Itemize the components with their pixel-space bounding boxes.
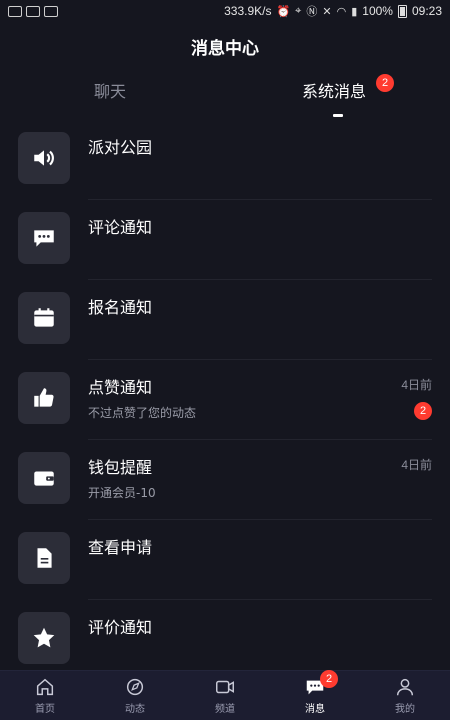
unread-badge: 2	[414, 402, 432, 420]
notification-image-icon	[8, 5, 22, 17]
speaker-icon	[18, 132, 70, 184]
document-icon	[18, 532, 70, 584]
tab-unread-badge: 2	[376, 74, 394, 92]
nav-channel[interactable]: 频道	[180, 676, 270, 715]
tab-system-messages[interactable]: 系统消息 2	[302, 74, 394, 102]
nav-feed[interactable]: 动态	[90, 676, 180, 715]
item-title: 点赞通知	[88, 378, 153, 397]
thumbs-up-icon	[18, 372, 70, 424]
page-title: 消息中心	[191, 39, 259, 59]
item-title: 报名通知	[88, 298, 153, 317]
status-bar: 333.9K/s ⏰ ⌖ Ⓝ ✕ ◠ ▮ 100% 09:23	[0, 0, 450, 22]
silent-icon: ✕	[322, 5, 332, 18]
nav-label: 我的	[395, 704, 415, 715]
tab-active-indicator	[333, 114, 343, 117]
star-icon	[18, 612, 70, 664]
nfc-icon: Ⓝ	[306, 6, 318, 18]
list-item-wallet-reminder[interactable]: 钱包提醒 开通会员-10 4日前	[0, 440, 450, 520]
nav-label: 首页	[35, 704, 55, 715]
tab-system-label: 系统消息	[302, 82, 367, 101]
nav-label: 消息	[305, 704, 325, 715]
nav-profile[interactable]: 我的	[360, 676, 450, 715]
nav-messages[interactable]: 2 消息	[270, 670, 360, 715]
item-title: 评价通知	[88, 618, 153, 637]
list-item-party-park[interactable]: 派对公园	[0, 120, 450, 200]
list-item-comment-notice[interactable]: 评论通知	[0, 200, 450, 280]
list-item-like-notice[interactable]: 点赞通知 不过点赞了您的动态 4日前 2	[0, 360, 450, 440]
message-list: 派对公园 评论通知 报名通知 点赞通知 不过点赞了您的动态 4日前 2 钱包提醒…	[0, 120, 450, 680]
list-item-view-application[interactable]: 查看申请	[0, 520, 450, 600]
clock: 09:23	[411, 4, 442, 18]
nav-unread-badge: 2	[320, 670, 338, 688]
item-title: 评论通知	[88, 218, 153, 237]
explore-icon	[126, 678, 144, 696]
network-speed: 333.9K/s	[224, 4, 272, 18]
nav-home[interactable]: 首页	[0, 676, 90, 715]
list-item-signup-notice[interactable]: 报名通知	[0, 280, 450, 360]
comment-icon	[18, 212, 70, 264]
nav-label: 动态	[125, 704, 145, 715]
profile-icon	[396, 678, 414, 696]
nav-label: 频道	[215, 704, 235, 715]
video-icon	[216, 680, 234, 694]
tab-chat[interactable]: 聊天	[94, 78, 126, 102]
home-icon	[36, 678, 54, 696]
item-time: 4日前	[401, 378, 432, 392]
location-icon: ⌖	[295, 4, 302, 17]
alarm-icon: ⏰	[276, 5, 291, 18]
tab-bar: 聊天 系统消息 2	[0, 74, 450, 118]
battery-icon	[397, 4, 407, 18]
notification-gallery-icon	[44, 5, 58, 17]
item-subtitle: 不过点赞了您的动态	[88, 406, 197, 420]
calendar-icon	[18, 292, 70, 344]
item-title: 钱包提醒	[88, 458, 153, 477]
signal-icon: ▮	[351, 5, 358, 18]
list-item-rating-notice[interactable]: 评价通知	[0, 600, 450, 680]
notification-app-icon	[26, 5, 40, 17]
wifi-icon: ◠	[336, 5, 347, 18]
wallet-icon	[18, 452, 70, 504]
bottom-nav: 首页 动态 频道 2 消息 我的	[0, 670, 450, 720]
item-title: 查看申请	[88, 538, 153, 557]
item-title: 派对公园	[88, 138, 153, 157]
item-subtitle: 开通会员-10	[88, 486, 156, 500]
item-time: 4日前	[401, 458, 432, 472]
notification-icons	[8, 5, 58, 17]
battery-percent: 100%	[362, 4, 393, 18]
